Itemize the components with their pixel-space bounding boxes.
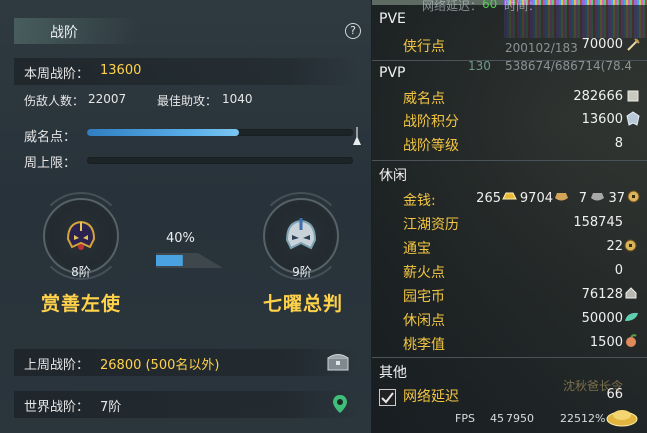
gold-ingot-icon <box>502 192 517 200</box>
pvp-item-label: 战阶积分 <box>403 114 459 130</box>
leisure-item-value: 50000 <box>581 311 623 326</box>
helmet-icon <box>66 220 96 250</box>
money-coin-value: 37 <box>608 191 625 206</box>
mp-overlay: 538674/686714(78.4 <box>505 59 633 73</box>
progress-marker-icon <box>353 127 361 145</box>
world-rank-value: 7阶 <box>100 400 122 415</box>
pvp-item-value: 13600 <box>581 112 623 127</box>
leisure-item-value: 1500 <box>589 335 623 350</box>
fps-value: 45 <box>490 412 504 425</box>
battle-rank-panel: 战阶 ? 本周战阶： 13600 伤敌人数： 22007 最佳助攻： 1040 … <box>0 0 372 433</box>
sword-icon <box>627 38 640 51</box>
pvp-section-title: PVP <box>379 65 406 81</box>
chest-icon[interactable] <box>327 353 349 371</box>
network-latency-label: 网络延迟 <box>403 389 459 405</box>
current-rank-name: 赏善左使 <box>40 293 121 315</box>
pvp-item-value: 282666 <box>573 89 623 104</box>
network-overlay-value: 60 <box>482 0 498 11</box>
divider <box>372 60 647 61</box>
reputation-progress-fill <box>87 129 239 136</box>
last-week-label: 上周战阶： <box>24 358 90 373</box>
leisure-item-label: 休闲点 <box>403 313 445 329</box>
copper-ingot-icon <box>591 193 604 201</box>
pve-item-value: 70000 <box>581 37 623 52</box>
panel-title: 战阶 <box>50 25 78 41</box>
leisure-item-value: 76128 <box>581 287 623 302</box>
money-gold-value: 265 <box>476 191 501 206</box>
network-latency-checkbox[interactable] <box>379 389 396 406</box>
location-pin-icon[interactable] <box>332 394 348 414</box>
weekly-rank-value: 13600 <box>100 63 142 78</box>
world-rank-row: 世界战阶： 7阶 <box>14 391 360 418</box>
best-assist-value: 1040 <box>222 92 253 106</box>
footer-ping: 22512% <box>560 412 606 425</box>
pve-item-label: 侠行点 <box>403 39 445 55</box>
leisure-item-value: 0 <box>614 263 623 278</box>
fps-label: FPS <box>455 412 475 425</box>
best-assist-label: 最佳助攻： <box>157 94 218 108</box>
current-rank-level: 8阶 <box>71 265 91 279</box>
leisure-item-label: 通宝 <box>403 241 431 257</box>
defeated-value: 22007 <box>88 92 127 106</box>
leisure-item-value: 22 <box>606 239 623 254</box>
help-button[interactable]: ? <box>345 23 361 39</box>
weekly-cap-progress-bar <box>87 157 353 164</box>
leisure-item-value: 158745 <box>573 215 623 230</box>
pvp-item-label: 威名点 <box>403 91 445 107</box>
rank-progress-percent: 40% <box>166 231 195 246</box>
footer-number: 7950 <box>506 412 534 425</box>
other-section-title: 其他 <box>379 365 407 381</box>
checkmark-icon <box>381 392 394 404</box>
weekly-rank-row: 本周战阶： 13600 <box>14 58 360 85</box>
divider <box>372 357 647 358</box>
treasure-icon[interactable] <box>605 405 639 427</box>
leisure-section-title: 休闲 <box>379 168 407 184</box>
bottom-overlay-text: 沈秋爸长令 <box>563 379 624 393</box>
weekly-rank-label: 本周战阶： <box>24 67 90 82</box>
badge-icon <box>626 111 640 126</box>
helmet-icon <box>285 218 317 250</box>
pvp-item-value: 8 <box>614 136 623 151</box>
silver-ingot-icon <box>555 193 568 201</box>
reputation-label: 威名点： <box>24 130 77 145</box>
reputation-progress-bar <box>87 129 353 136</box>
leisure-item-label: 园宅币 <box>403 289 445 305</box>
time-overlay-label: 时间： <box>504 0 541 13</box>
divider <box>372 160 647 161</box>
money-label: 金钱: <box>403 193 436 209</box>
last-week-row: 上周战阶： 26800 (500名以外) <box>14 349 360 376</box>
world-rank-label: 世界战阶： <box>24 400 90 415</box>
leisure-item-label: 桃李值 <box>403 337 445 353</box>
next-rank-level: 9阶 <box>292 265 312 279</box>
leisure-item-label: 薪火点 <box>403 265 445 281</box>
emblem-icon <box>627 90 639 102</box>
coin-icon <box>624 239 637 252</box>
pve-section-title: PVE <box>379 11 406 27</box>
leisure-item-label: 江湖资历 <box>403 217 459 233</box>
peach-icon <box>626 334 637 347</box>
leaf-icon <box>625 312 638 321</box>
money-silver-value: 9704 <box>519 191 553 206</box>
next-rank-name: 七曜总判 <box>262 293 343 315</box>
hp-overlay: 200102/183 <box>505 41 578 55</box>
weekly-cap-label: 周上限： <box>24 156 77 171</box>
coin-icon <box>627 190 640 203</box>
network-overlay-label: 网络延迟： <box>422 0 483 13</box>
pvp-item-label: 战阶等级 <box>403 138 459 154</box>
defeated-label: 伤敌人数： <box>24 94 85 108</box>
house-coin-icon <box>625 287 637 299</box>
money-copper-value: 7 <box>578 191 587 206</box>
last-week-value: 26800 (500名以外) <box>100 358 220 373</box>
rank-progress-arrow <box>156 253 223 268</box>
level-overlay: 130 <box>468 59 491 73</box>
currency-panel: 网络延迟： 60 时间： 200102/183 130 538674/68671… <box>372 0 647 433</box>
